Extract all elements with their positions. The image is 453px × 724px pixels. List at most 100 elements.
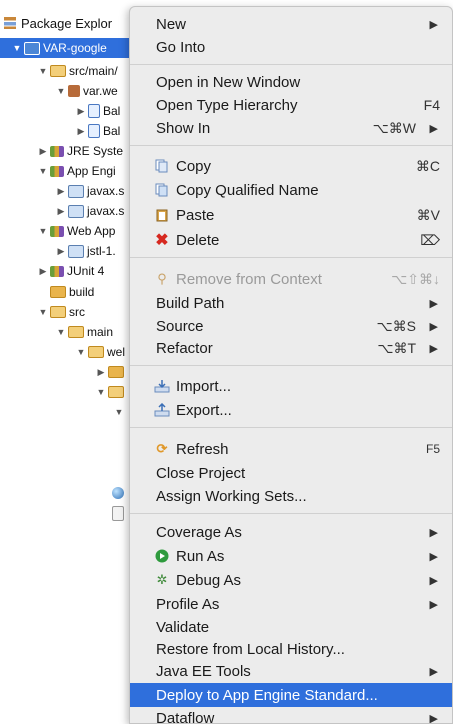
shortcut-label: ⌥⌘T (377, 340, 416, 357)
tree-item-src[interactable]: ▼ src (38, 302, 85, 322)
expand-arrow-icon[interactable]: ▼ (38, 166, 48, 176)
menu-item-export[interactable]: Export... (130, 399, 452, 421)
submenu-arrow-icon: ▶ (430, 18, 438, 31)
menu-item-source[interactable]: Source ⌥⌘S ▶ (130, 315, 452, 337)
jar-icon (68, 245, 84, 258)
tree-item-resource[interactable] (112, 483, 127, 503)
tree-item-app-engine[interactable]: ▼ App Engi (38, 161, 116, 181)
tree-item-package[interactable]: ▼ var.we (56, 81, 118, 101)
expand-arrow-icon[interactable]: ▼ (56, 327, 66, 337)
expand-arrow-icon[interactable]: ▼ (114, 407, 124, 417)
expand-arrow-icon[interactable]: ▼ (38, 66, 48, 76)
menu-item-go-into[interactable]: Go Into (130, 36, 452, 58)
menu-item-label: Close Project (156, 465, 452, 482)
tree-item-webapp[interactable]: ▼ wel (76, 342, 125, 362)
package-explorer-tab[interactable]: Package Explor (4, 12, 144, 34)
tree-item-resource[interactable] (112, 503, 127, 523)
submenu-arrow-icon: ▶ (430, 342, 438, 355)
collapse-arrow-icon[interactable]: ▶ (56, 246, 66, 257)
tree-item-folder[interactable]: ▼ (96, 382, 127, 402)
submenu-arrow-icon: ▶ (430, 598, 438, 611)
tree-item-jar[interactable]: ▶ javax.s (56, 181, 124, 201)
refresh-icon: ⟳ (154, 441, 170, 457)
tree-item-label: Bal (103, 104, 120, 118)
expand-arrow-icon[interactable]: ▼ (38, 226, 48, 236)
menu-item-dataflow[interactable]: Dataflow ▶ (130, 707, 452, 724)
menu-item-restore-from-local-history[interactable]: Restore from Local History... (130, 638, 452, 660)
tree-item-jar[interactable]: ▶ jstl-1. (56, 241, 116, 261)
menu-item-close-project[interactable]: Close Project (130, 462, 452, 484)
menu-separator (130, 257, 452, 258)
copy-qualified-icon (154, 182, 170, 198)
menu-item-debug-as[interactable]: ✲ Debug As ▶ (130, 569, 452, 591)
menu-item-copy-qualified-name[interactable]: Copy Qualified Name (130, 179, 452, 201)
shortcut-label: ⌘C (416, 158, 440, 175)
tree-item-jar[interactable]: ▶ javax.s (56, 201, 124, 221)
menu-item-profile-as[interactable]: Profile As ▶ (130, 593, 452, 615)
menu-item-paste[interactable]: Paste ⌘V (130, 204, 452, 226)
collapse-arrow-icon[interactable]: ▶ (96, 367, 106, 378)
menu-item-label: Debug As (176, 572, 452, 589)
tree-item-label: wel (107, 345, 125, 359)
tree-item-label: src (69, 305, 85, 319)
menu-item-assign-working-sets[interactable]: Assign Working Sets... (130, 485, 452, 507)
tree-item-label: javax.s (87, 184, 124, 198)
menu-item-copy[interactable]: Copy ⌘C (130, 155, 452, 177)
java-file-icon (88, 104, 100, 118)
submenu-arrow-icon: ▶ (430, 712, 438, 724)
tree-item-main[interactable]: ▼ main (56, 322, 113, 342)
jar-icon (68, 205, 84, 218)
menu-item-remove-from-context[interactable]: ⚲ Remove from Context ⌥⇧⌘↓ (130, 268, 452, 290)
tree-item-label: main (87, 325, 113, 339)
menu-item-java-ee-tools[interactable]: Java EE Tools ▶ (130, 660, 452, 682)
expand-arrow-icon[interactable]: ▼ (96, 387, 106, 397)
menu-item-show-in[interactable]: Show In ⌥⌘W ▶ (130, 117, 452, 139)
shortcut-label: F5 (426, 442, 440, 456)
tree-item-src-main[interactable]: ▼ src/main/ (38, 61, 118, 81)
tree-item-build[interactable]: build (50, 282, 94, 302)
expand-arrow-icon[interactable]: ▼ (56, 86, 66, 96)
menu-item-refresh[interactable]: ⟳ Refresh F5 (130, 438, 452, 460)
menu-item-label: Profile As (156, 596, 452, 613)
collapse-arrow-icon[interactable]: ▶ (56, 206, 66, 217)
menu-item-label: Deploy to App Engine Standard... (156, 687, 452, 704)
menu-item-new[interactable]: New ▶ (130, 13, 452, 35)
shortcut-label: F4 (424, 97, 440, 113)
tree-item-java-file[interactable]: ▶ Bal (76, 121, 120, 141)
menu-item-label: Coverage As (156, 524, 452, 541)
submenu-arrow-icon: ▶ (430, 550, 438, 563)
tree-item-folder[interactable]: ▶ (96, 362, 127, 382)
expand-arrow-icon[interactable]: ▼ (38, 307, 48, 317)
menu-item-refactor[interactable]: Refactor ⌥⌘T ▶ (130, 337, 452, 359)
menu-item-coverage-as[interactable]: Coverage As ▶ (130, 521, 452, 543)
menu-item-validate[interactable]: Validate (130, 616, 452, 638)
tree-item-java-file[interactable]: ▶ Bal (76, 101, 120, 121)
tree-item-web-app[interactable]: ▼ Web App (38, 221, 115, 241)
menu-separator (130, 427, 452, 428)
collapse-arrow-icon[interactable]: ▶ (56, 186, 66, 197)
menu-item-delete[interactable]: ✖ Delete ⌦ (130, 229, 452, 251)
shortcut-label: ⌦ (420, 232, 440, 249)
expand-arrow-icon[interactable]: ▼ (12, 43, 22, 53)
menu-item-build-path[interactable]: Build Path ▶ (130, 292, 452, 314)
tree-item-jre-system[interactable]: ▶ JRE Syste (38, 141, 123, 161)
collapse-arrow-icon[interactable]: ▶ (38, 266, 48, 277)
menu-item-open-type-hierarchy[interactable]: Open Type Hierarchy F4 (130, 94, 452, 116)
menu-item-import[interactable]: Import... (130, 375, 452, 397)
collapse-arrow-icon[interactable]: ▶ (76, 126, 86, 137)
package-explorer-icon (4, 17, 16, 29)
collapse-arrow-icon[interactable]: ▶ (38, 146, 48, 157)
tree-item-junit[interactable]: ▶ JUnit 4 (38, 261, 104, 281)
menu-item-label: Delete (176, 232, 452, 249)
menu-item-run-as[interactable]: Run As ▶ (130, 545, 452, 567)
folder-icon (50, 286, 66, 298)
menu-item-label: Refresh (176, 441, 452, 458)
menu-item-open-in-new-window[interactable]: Open in New Window (130, 71, 452, 93)
tree-item-label: App Engi (67, 164, 116, 178)
menu-item-label: Open Type Hierarchy (156, 97, 452, 114)
expand-arrow-icon[interactable]: ▼ (76, 347, 86, 357)
tree-item-folder[interactable]: ▼ (114, 402, 126, 422)
menu-item-deploy-app-engine[interactable]: Deploy to App Engine Standard... (130, 683, 452, 707)
jar-icon (68, 185, 84, 198)
collapse-arrow-icon[interactable]: ▶ (76, 106, 86, 117)
